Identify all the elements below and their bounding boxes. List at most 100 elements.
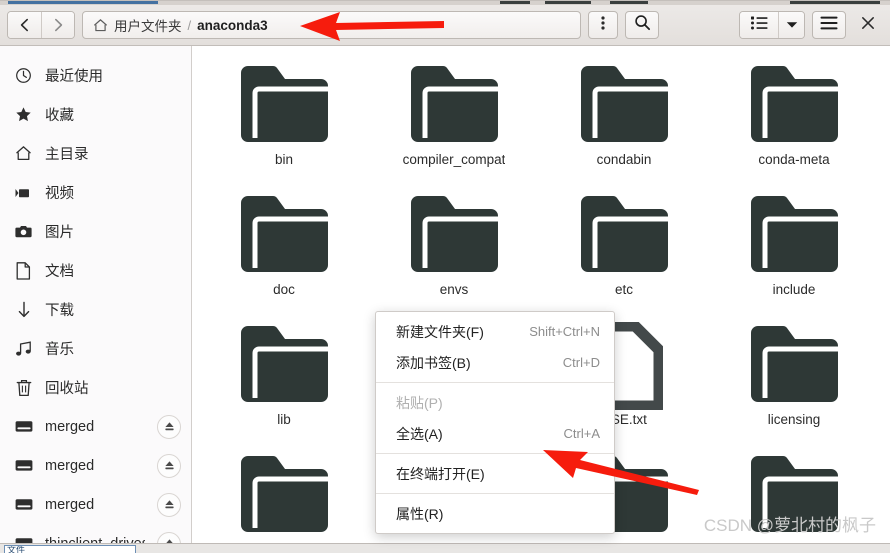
back-button[interactable] — [8, 12, 41, 38]
sidebar-item-starred[interactable]: 收藏 — [0, 95, 191, 134]
drive-icon — [14, 456, 33, 475]
menu-separator — [376, 382, 614, 383]
chevron-right-icon — [51, 18, 65, 32]
file-item[interactable]: conda-meta — [709, 54, 879, 184]
file-item[interactable]: bin — [199, 54, 369, 184]
sidebar-item-music[interactable]: 音乐 — [0, 329, 191, 368]
file-name: compiler_compat — [402, 152, 506, 167]
sidebar-item-pictures[interactable]: 图片 — [0, 212, 191, 251]
sidebar-item-label: 最近使用 — [45, 69, 103, 85]
background-fragment-2 — [545, 1, 591, 4]
sidebar-item-label: 文档 — [45, 264, 74, 280]
breadcrumb-item-0[interactable]: 用户文件夹 — [114, 15, 182, 35]
folder-icon — [235, 450, 333, 542]
view-mode-group — [739, 11, 805, 39]
menu-item-add-bookmark[interactable]: 添加书签(B) Ctrl+D — [376, 347, 614, 378]
main-menu-button[interactable] — [812, 11, 846, 39]
file-item[interactable]: lib — [199, 314, 369, 444]
sidebar-item-recent[interactable]: 最近使用 — [0, 56, 191, 95]
sidebar-item-label: merged — [45, 496, 95, 513]
file-item[interactable]: etc — [539, 184, 709, 314]
file-item[interactable]: doc — [199, 184, 369, 314]
chevron-left-icon — [18, 18, 32, 32]
file-name: etc — [614, 282, 633, 297]
breadcrumb-item-1[interactable]: anaconda3 — [197, 18, 268, 33]
sidebar-item-home[interactable]: 主目录 — [0, 134, 191, 173]
trash-icon — [14, 378, 33, 397]
search-icon — [634, 14, 651, 36]
menu-separator — [376, 493, 614, 494]
menu-item-label: 全选(A) — [396, 425, 443, 442]
file-item[interactable]: licensing — [709, 314, 879, 444]
menu-item-properties[interactable]: 属性(R) — [376, 498, 614, 529]
chevron-down-icon — [786, 16, 798, 34]
view-dropdown-button[interactable] — [778, 12, 804, 38]
sidebar-item-drive-merged-1[interactable]: merged — [0, 407, 191, 446]
file-manager-window: 用户文件夹 / anaconda3 最近使用 收藏 主目录 视频 图片 文档 下… — [0, 0, 890, 553]
file-name: envs — [439, 282, 469, 297]
file-item[interactable]: envs — [369, 184, 539, 314]
menu-item-label: 粘贴(P) — [396, 394, 443, 411]
eject-button[interactable] — [157, 531, 181, 543]
drive-icon — [14, 417, 33, 436]
sidebar-item-drive-thinclient[interactable]: thinclient_drives — [0, 524, 191, 543]
menu-item-select-all[interactable]: 全选(A) Ctrl+A — [376, 418, 614, 449]
document-icon — [14, 261, 33, 280]
home-icon — [93, 18, 108, 33]
file-name: conda-meta — [758, 152, 830, 167]
sidebar-item-label: merged — [45, 418, 95, 435]
sidebar-item-downloads[interactable]: 下载 — [0, 290, 191, 329]
breadcrumb-label-current: anaconda3 — [197, 17, 268, 33]
hamburger-icon — [820, 16, 838, 35]
sidebar-item-videos[interactable]: 视频 — [0, 173, 191, 212]
file-item[interactable]: condabin — [539, 54, 709, 184]
breadcrumb-label: 用户文件夹 — [114, 19, 182, 34]
menu-item-label: 在终端打开(E) — [396, 465, 485, 482]
sidebar: 最近使用 收藏 主目录 视频 图片 文档 下载 音乐 回收站 merged me… — [0, 46, 192, 543]
overflow-menu-button[interactable] — [588, 11, 618, 39]
menu-item-new-folder[interactable]: 新建文件夹(F) Shift+Ctrl+N — [376, 316, 614, 347]
vertical-dots-icon — [601, 15, 605, 36]
sidebar-item-label: 回收站 — [45, 381, 89, 397]
folder-icon — [235, 190, 333, 282]
sidebar-item-label: merged — [45, 457, 95, 474]
sidebar-item-label: 收藏 — [45, 108, 74, 124]
music-note-icon — [14, 339, 33, 358]
sidebar-item-label: thinclient_drives — [45, 536, 145, 544]
star-icon — [14, 105, 33, 124]
sidebar-item-trash[interactable]: 回收站 — [0, 368, 191, 407]
context-menu: 新建文件夹(F) Shift+Ctrl+N 添加书签(B) Ctrl+D 粘贴(… — [375, 311, 615, 534]
navigation-button-group — [7, 11, 75, 39]
file-name: include — [772, 282, 816, 297]
forward-button[interactable] — [41, 12, 74, 38]
watermark: CSDN @萝北村的枫子 — [703, 516, 876, 535]
eject-button[interactable] — [157, 414, 181, 439]
menu-separator — [376, 453, 614, 454]
sidebar-item-documents[interactable]: 文档 — [0, 251, 191, 290]
file-item[interactable]: include — [709, 184, 879, 314]
search-button[interactable] — [625, 11, 659, 39]
sidebar-item-drive-merged-2[interactable]: merged — [0, 446, 191, 485]
path-breadcrumb-bar[interactable]: 用户文件夹 / anaconda3 — [82, 11, 581, 39]
desktop-taskbar: 文件 — [0, 543, 890, 553]
taskbar-item[interactable]: 文件 — [4, 545, 136, 553]
menu-item-label: 属性(R) — [396, 505, 444, 522]
sidebar-item-drive-merged-3[interactable]: merged — [0, 485, 191, 524]
sidebar-item-label: 视频 — [45, 186, 74, 202]
sidebar-item-label: 主目录 — [45, 147, 89, 163]
file-name: doc — [273, 282, 295, 297]
folder-icon — [745, 190, 843, 282]
file-item[interactable]: compiler_compat — [369, 54, 539, 184]
folder-icon — [235, 320, 333, 412]
folder-icon — [575, 60, 673, 152]
sidebar-item-label: 图片 — [45, 225, 74, 241]
folder-icon — [745, 320, 843, 412]
menu-item-open-in-terminal[interactable]: 在终端打开(E) — [376, 458, 614, 489]
view-list-button[interactable] — [740, 12, 778, 38]
close-window-button[interactable] — [853, 11, 883, 39]
file-name: lib — [277, 412, 291, 427]
file-item[interactable] — [199, 444, 369, 543]
eject-button[interactable] — [157, 492, 181, 517]
background-fragment-3 — [610, 1, 648, 4]
eject-button[interactable] — [157, 453, 181, 478]
